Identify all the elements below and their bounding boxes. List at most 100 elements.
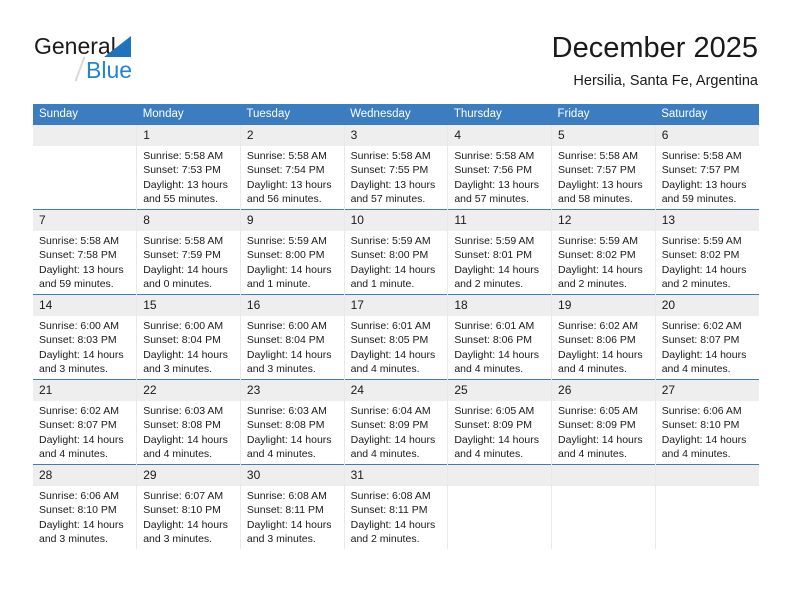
day-sun-info: Sunrise: 6:01 AM Sunset: 8:05 PM Daylight:…	[345, 316, 448, 377]
calendar-day-cell-3[interactable]: 3 Sunrise: 5:58 AM Sunset: 7:55 PM Daylight…	[344, 125, 449, 210]
calendar-day-cell-22[interactable]: 22 Sunrise: 6:03 AM Sunset: 8:08 PM Dayligh…	[136, 379, 241, 465]
day-info-line: Sunrise: 6:02 AM	[558, 320, 638, 332]
day-sun-info: Sunrise: 6:01 AM Sunset: 8:06 PM Daylight:…	[448, 316, 551, 377]
day-sun-info: Sunrise: 5:58 AM Sunset: 7:56 PM Daylight:…	[448, 146, 551, 207]
title-block: December 2025 Hersilia, Santa Fe, Argent…	[552, 30, 758, 90]
day-sun-info: Sunrise: 6:02 AM Sunset: 8:06 PM Daylight:…	[552, 316, 655, 377]
calendar-day-cell-7[interactable]: 7 Sunrise: 5:58 AM Sunset: 7:58 PM Daylight…	[33, 209, 138, 295]
day-info-line: Sunrise: 6:00 AM	[246, 320, 327, 332]
day-info-line: Daylight: 14 hours	[350, 433, 436, 446]
calendar-day-cell-5[interactable]: 5 Sunrise: 5:58 AM Sunset: 7:57 PM Daylight…	[551, 125, 656, 210]
calendar-day-cell-11[interactable]: 11 Sunrise: 5:59 AM Sunset: 8:01 PM Dayligh…	[447, 209, 553, 295]
calendar-header-row: Sunday Monday Tuesday Wednesday Thursday Frid…	[33, 104, 759, 125]
day-info-line: Sunset: 7:57 PM	[558, 164, 636, 177]
day-info-line: Daylight: 14 hours	[454, 263, 539, 276]
calendar-day-cell-14[interactable]: 14 Sunrise: 6:00 AM Sunset: 8:03 PM Dayligh…	[33, 294, 138, 380]
day-number: 11	[448, 210, 552, 231]
calendar-day-cell-24[interactable]: 24 Sunrise: 6:04 AM Sunset: 8:09 PM Dayligh…	[344, 379, 449, 465]
day-info-line: Sunrise: 5:58 AM	[143, 235, 224, 247]
day-info-line: Sunrise: 5:58 AM	[661, 150, 742, 162]
day-info-line: Sunrise: 6:00 AM	[39, 320, 119, 332]
day-info-line: Daylight: 14 hours	[661, 433, 747, 446]
day-info-line: Sunrise: 6:06 AM	[39, 490, 119, 502]
day-info-line: and 2 minutes.	[661, 278, 731, 291]
day-info-line: Sunrise: 6:06 AM	[661, 405, 742, 417]
day-sun-info: Sunrise: 6:05 AM Sunset: 8:09 PM Daylight:…	[552, 401, 655, 462]
day-number: 16	[240, 295, 344, 316]
day-info-line: and 3 minutes.	[39, 363, 108, 376]
calendar-day-cell-19[interactable]: 19 Sunrise: 6:02 AM Sunset: 8:06 PM Dayligh…	[551, 294, 656, 380]
calendar-day-cell-15[interactable]: 15 Sunrise: 6:00 AM Sunset: 8:04 PM Dayligh…	[136, 294, 241, 380]
weekday-header-tuesday: Tuesday	[240, 104, 345, 125]
day-info-line: Sunrise: 5:58 AM	[39, 235, 119, 247]
calendar-day-cell-18[interactable]: 18 Sunrise: 6:01 AM Sunset: 8:06 PM Dayligh…	[447, 294, 553, 380]
calendar-day-cell-30[interactable]: 30 Sunrise: 6:08 AM Sunset: 8:11 PM Dayligh…	[240, 464, 345, 549]
calendar-day-cell-6[interactable]: 6 Sunrise: 5:58 AM Sunset: 7:57 PM Daylight…	[655, 125, 759, 210]
day-info-line: Daylight: 14 hours	[143, 433, 228, 446]
day-info-line: Daylight: 14 hours	[350, 518, 436, 531]
day-number: 18	[448, 295, 552, 316]
calendar-day-cell-1[interactable]: 1 Sunrise: 5:58 AM Sunset: 7:53 PM Daylight…	[136, 125, 241, 210]
day-info-line: Daylight: 14 hours	[661, 348, 747, 361]
day-info-line: and 4 minutes.	[661, 363, 731, 376]
day-sun-info: Sunrise: 5:58 AM Sunset: 7:57 PM Daylight:…	[552, 146, 655, 207]
day-number: 23	[240, 380, 344, 401]
day-info-line: and 58 minutes.	[558, 193, 633, 206]
day-info-line: Sunset: 8:09 PM	[558, 419, 636, 432]
page-header: General Blue December 2025 Hersilia, San…	[0, 0, 792, 104]
day-number: 5	[552, 125, 655, 146]
calendar-day-cell-4[interactable]: 4 Sunrise: 5:58 AM Sunset: 7:56 PM Daylight…	[447, 125, 553, 210]
calendar-day-cell-13[interactable]: 13 Sunrise: 5:59 AM Sunset: 8:02 PM Dayligh…	[655, 209, 759, 295]
day-sun-info: Sunrise: 6:05 AM Sunset: 8:09 PM Daylight:…	[448, 401, 551, 462]
calendar-day-cell-16[interactable]: 16 Sunrise: 6:00 AM Sunset: 8:04 PM Dayligh…	[240, 294, 345, 380]
calendar-day-cell-10[interactable]: 10 Sunrise: 5:59 AM Sunset: 8:00 PM Dayligh…	[344, 209, 449, 295]
day-info-line: and 3 minutes.	[143, 363, 213, 376]
day-info-line: Sunset: 8:02 PM	[661, 249, 740, 262]
day-info-line: and 3 minutes.	[39, 533, 108, 546]
day-number: 25	[448, 380, 552, 401]
day-info-line: Daylight: 14 hours	[246, 348, 332, 361]
day-info-line: Daylight: 14 hours	[454, 348, 539, 361]
calendar-day-cell-2[interactable]: 2 Sunrise: 5:58 AM Sunset: 7:54 PM Daylight…	[240, 125, 345, 210]
day-info-line: Sunset: 8:11 PM	[350, 504, 428, 517]
day-info-line: and 2 minutes.	[350, 533, 420, 546]
day-info-line: and 56 minutes.	[246, 193, 322, 206]
day-number	[552, 465, 655, 486]
day-info-line: Sunrise: 6:02 AM	[661, 320, 742, 332]
day-sun-info: Sunrise: 5:58 AM Sunset: 7:53 PM Daylight:…	[137, 146, 240, 207]
day-info-line: Sunrise: 6:00 AM	[143, 320, 224, 332]
day-info-line: Daylight: 14 hours	[246, 263, 332, 276]
calendar-day-cell-29[interactable]: 29 Sunrise: 6:07 AM Sunset: 8:10 PM Dayligh…	[136, 464, 241, 549]
calendar-day-cell-21[interactable]: 21 Sunrise: 6:02 AM Sunset: 8:07 PM Dayligh…	[33, 379, 138, 465]
calendar-day-cell-8[interactable]: 8 Sunrise: 5:58 AM Sunset: 7:59 PM Daylight…	[136, 209, 241, 295]
calendar-day-cell-20[interactable]: 20 Sunrise: 6:02 AM Sunset: 8:07 PM Dayligh…	[655, 294, 759, 380]
calendar-day-cell-9[interactable]: 9 Sunrise: 5:59 AM Sunset: 8:00 PM Daylight…	[240, 209, 345, 295]
calendar-day-cell-27[interactable]: 27 Sunrise: 6:06 AM Sunset: 8:10 PM Dayligh…	[655, 379, 759, 465]
calendar-day-cell-28[interactable]: 28 Sunrise: 6:06 AM Sunset: 8:10 PM Dayligh…	[33, 464, 138, 549]
day-number: 22	[137, 380, 240, 401]
calendar-day-cell-empty	[551, 464, 656, 549]
day-info-line: Sunset: 8:10 PM	[39, 504, 117, 517]
calendar-day-cell-12[interactable]: 12 Sunrise: 5:59 AM Sunset: 8:02 PM Dayligh…	[551, 209, 656, 295]
page-subtitle: Hersilia, Santa Fe, Argentina	[573, 73, 758, 89]
day-info-line: Sunset: 7:53 PM	[143, 164, 221, 177]
general-blue-logo[interactable]: General Blue	[34, 33, 224, 89]
calendar-day-cell-25[interactable]: 25 Sunrise: 6:05 AM Sunset: 8:09 PM Dayligh…	[447, 379, 553, 465]
calendar-day-cell-17[interactable]: 17 Sunrise: 6:01 AM Sunset: 8:05 PM Dayligh…	[344, 294, 449, 380]
day-sun-info: Sunrise: 5:59 AM Sunset: 8:02 PM Daylight:…	[656, 231, 759, 292]
day-info-line: Daylight: 14 hours	[39, 518, 124, 531]
day-info-line: Sunset: 8:01 PM	[454, 249, 532, 262]
weekday-header-thursday: Thursday	[447, 104, 552, 125]
day-info-line: and 4 minutes.	[454, 448, 524, 461]
day-number: 10	[344, 210, 448, 231]
day-info-line: and 3 minutes.	[143, 533, 213, 546]
day-number: 28	[33, 465, 137, 486]
day-info-line: Sunset: 8:07 PM	[39, 419, 117, 432]
day-number: 12	[552, 210, 655, 231]
calendar-day-cell-26[interactable]: 26 Sunrise: 6:05 AM Sunset: 8:09 PM Dayligh…	[551, 379, 656, 465]
day-info-line: Sunset: 8:09 PM	[454, 419, 532, 432]
calendar-day-cell-31[interactable]: 31 Sunrise: 6:08 AM Sunset: 8:11 PM Dayligh…	[344, 464, 449, 549]
day-info-line: Sunset: 8:02 PM	[558, 249, 636, 262]
calendar-day-cell-23[interactable]: 23 Sunrise: 6:03 AM Sunset: 8:08 PM Dayligh…	[240, 379, 345, 465]
day-info-line: Sunset: 8:06 PM	[454, 334, 532, 347]
